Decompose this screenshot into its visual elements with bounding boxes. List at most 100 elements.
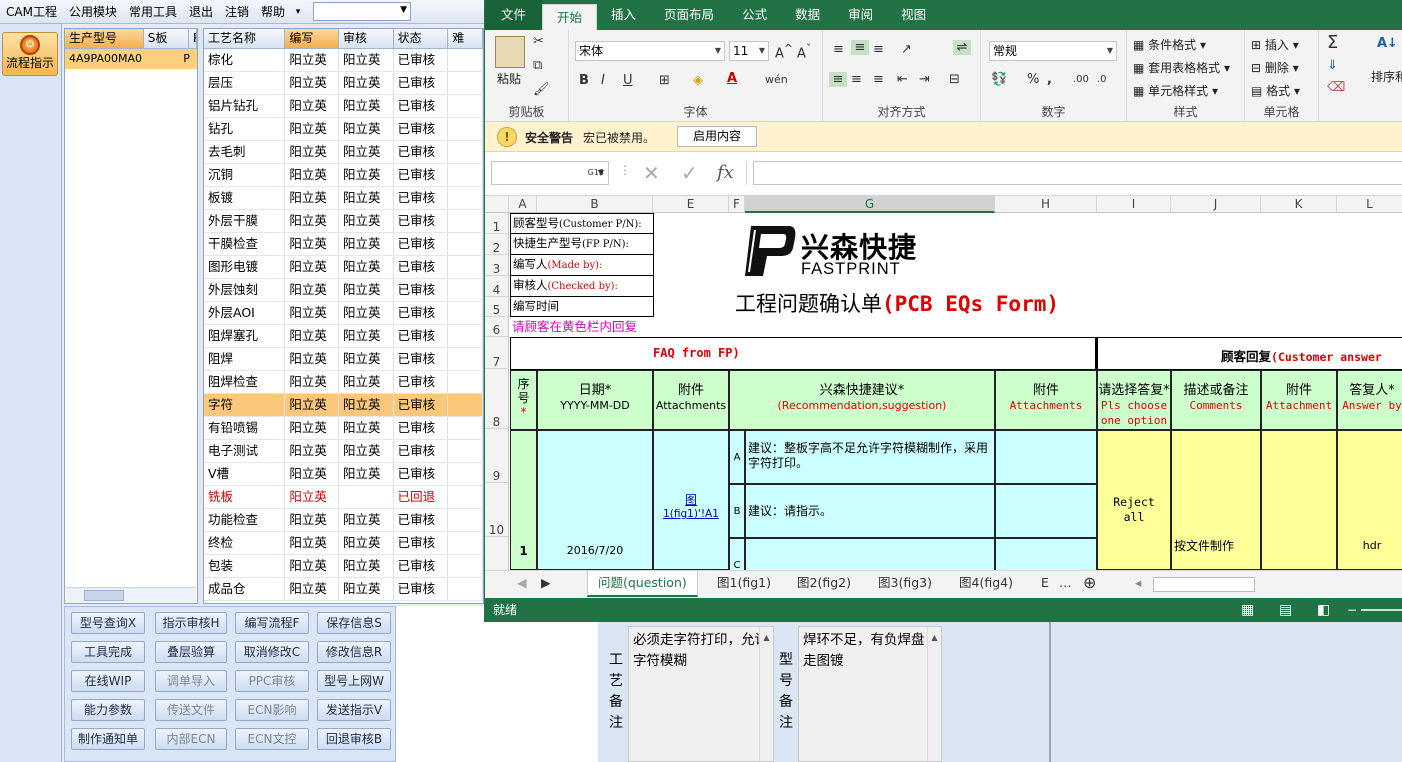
row-header[interactable]: 8 (485, 369, 509, 429)
action-button[interactable]: 在线WIP (71, 670, 145, 692)
col-difficulty[interactable]: 难 (448, 29, 483, 48)
percent-icon[interactable]: % (1027, 72, 1039, 87)
action-button[interactable]: 型号查询X (71, 612, 145, 634)
action-button[interactable]: 型号上网W (317, 670, 391, 692)
row-header[interactable]: 1 (485, 213, 509, 234)
table-row[interactable]: 有铅喷锡 阳立英 阳立英 已审核 (204, 417, 483, 440)
table-row[interactable]: 电子测试 阳立英 阳立英 已审核 (204, 440, 483, 463)
formula-input[interactable] (753, 161, 1402, 185)
table-row[interactable]: 阻焊 阳立英 阳立英 已审核 (204, 348, 483, 371)
table-row[interactable]: 阻焊塞孔 阳立英 阳立英 已审核 (204, 325, 483, 348)
menu-cam[interactable]: CAM工程 (0, 3, 63, 20)
table-row[interactable]: 铣板 阳立英 已回退 (204, 486, 483, 509)
sort-filter-icon[interactable]: A↓ (1377, 36, 1398, 51)
column-header[interactable]: E (653, 196, 729, 213)
next-sheet-icon[interactable]: ▶ (531, 571, 561, 597)
align-center-icon[interactable]: ≡ (851, 72, 862, 87)
menu-help[interactable]: 帮助 (255, 3, 291, 20)
action-button[interactable]: 取消修改C (235, 641, 309, 663)
table-row[interactable]: 图形电镀 阳立英 阳立英 已审核 (204, 256, 483, 279)
menu-exit[interactable]: 退出 (183, 3, 219, 20)
menu-overflow-icon[interactable]: ▾ (291, 7, 305, 17)
row-header[interactable]: 2 (485, 234, 509, 255)
copy-icon[interactable]: ⧉ (533, 58, 542, 73)
choice-cell[interactable]: Reject all (1097, 430, 1171, 570)
sub-label-a[interactable]: A (729, 430, 745, 484)
answer-by-cell[interactable]: hdr (1337, 430, 1402, 570)
table-row[interactable]: 钻孔 阳立英 阳立英 已审核 (204, 118, 483, 141)
table-row[interactable]: 板镀 阳立英 阳立英 已审核 (204, 187, 483, 210)
process-notes-field[interactable]: 必须走字符打印，允许字符模糊 ▲ (628, 626, 774, 762)
underline-icon[interactable]: U (623, 73, 633, 88)
sub-label-c[interactable]: C (729, 538, 745, 570)
menu-common-module[interactable]: 公用模块 (63, 3, 123, 20)
table-row[interactable]: V槽 阳立英 阳立英 已审核 (204, 463, 483, 486)
increase-decimal-icon[interactable]: .00 (1073, 74, 1089, 85)
table-row[interactable]: 成品仓 阳立英 阳立英 已审核 (204, 578, 483, 601)
recommendation-a-cell[interactable]: 建议：整板字高不足允许字符模糊制作，采用字符打印。 (745, 430, 995, 484)
table-row[interactable]: 功能检查 阳立英 阳立英 已审核 (204, 509, 483, 532)
action-button[interactable]: 保存信息S (317, 612, 391, 634)
cut-icon[interactable]: ✂ (533, 34, 544, 49)
enable-content-button[interactable]: 启用内容 (677, 126, 757, 147)
decrease-indent-icon[interactable]: ⇤ (897, 72, 908, 87)
tab-page-layout[interactable]: 页面布局 (650, 0, 728, 30)
attachment-cell[interactable]: 图 1(fig1)'!A1 (653, 430, 729, 570)
table-row[interactable]: 棕化 阳立英 阳立英 已审核 (204, 49, 483, 72)
date-cell[interactable]: 2016/7/20 (537, 430, 653, 570)
font-name-select[interactable]: 宋体 ▼ (575, 41, 725, 61)
column-header[interactable]: L (1337, 196, 1402, 213)
sheet-tab[interactable]: 图1(fig1) (707, 571, 781, 597)
tab-review[interactable]: 审阅 (834, 0, 887, 30)
column-header[interactable]: B (537, 196, 653, 213)
font-color-icon[interactable]: A (727, 71, 737, 86)
action-button[interactable]: 叠层验算 (155, 641, 227, 663)
row-header[interactable]: 6 (485, 317, 509, 337)
new-sheet-icon[interactable]: ⊕ (1073, 571, 1106, 597)
attach2-b-cell[interactable] (995, 484, 1097, 538)
row-header[interactable]: 9 (485, 429, 509, 483)
shrink-font-icon[interactable]: Aˇ (797, 42, 811, 61)
action-button[interactable]: ECN影响 (235, 699, 309, 721)
font-size-select[interactable]: 11 ▼ (729, 41, 769, 61)
format-painter-icon[interactable]: 🖌 (533, 82, 550, 97)
attach2-a-cell[interactable] (995, 430, 1097, 484)
recommendation-c-cell[interactable] (745, 538, 995, 570)
action-button[interactable]: 指示审核H (155, 612, 227, 634)
row-header[interactable]: 4 (485, 276, 509, 297)
row-header[interactable]: 5 (485, 297, 509, 317)
cancel-icon[interactable]: ✕ (643, 161, 660, 185)
column-header[interactable]: K (1261, 196, 1337, 213)
autosum-icon[interactable]: Σ (1327, 32, 1338, 53)
column-header[interactable]: A (509, 196, 537, 213)
column-header[interactable]: J (1171, 196, 1261, 213)
table-row[interactable]: 铝片钻孔 阳立英 阳立英 已审核 (204, 95, 483, 118)
menu-common-tools[interactable]: 常用工具 (123, 3, 183, 20)
column-header[interactable]: G (745, 196, 995, 213)
col-status[interactable]: 状态 (394, 29, 449, 48)
border-icon[interactable]: ⊞ (659, 73, 670, 88)
table-row[interactable]: 去毛刺 阳立英 阳立英 已审核 (204, 141, 483, 164)
table-row[interactable]: 阻焊检查 阳立英 阳立英 已审核 (204, 371, 483, 394)
attachment-link-ref[interactable]: 1(fig1)'!A1 (654, 507, 728, 521)
col-reviewer[interactable]: 审核 (339, 29, 394, 48)
decrease-decimal-icon[interactable]: .0 (1097, 74, 1107, 85)
align-right-icon[interactable]: ≡ (873, 72, 884, 87)
cell-styles-button[interactable]: ▦ 单元格样式 ▾ (1133, 82, 1218, 99)
tab-formulas[interactable]: 公式 (728, 0, 781, 30)
column-header[interactable]: F (729, 196, 745, 213)
number-format-select[interactable]: 常规 ▼ (989, 41, 1117, 61)
align-left-icon[interactable]: ≡ (829, 72, 847, 87)
align-middle-icon[interactable]: ≡ (851, 40, 869, 55)
model-notes-field[interactable]: 焊环不足，有负焊盘走图镀 ▲ (798, 626, 942, 762)
comments-cell[interactable]: 按文件制作 (1171, 430, 1261, 570)
sheet-tab-active[interactable]: 问题(question) (587, 571, 698, 597)
table-row[interactable]: 外层AOI 阳立英 阳立英 已审核 (204, 302, 483, 325)
select-all-corner[interactable] (485, 196, 509, 213)
align-top-icon[interactable]: ≡ (833, 42, 844, 57)
sheet-tab[interactable]: 图2(fig2) (787, 571, 861, 597)
action-button[interactable]: 发送指示V (317, 699, 391, 721)
column-header[interactable]: H (995, 196, 1097, 213)
col-product-model[interactable]: 生产型号 (65, 29, 144, 48)
table-row[interactable]: 外层干膜 阳立英 阳立英 已审核 (204, 210, 483, 233)
